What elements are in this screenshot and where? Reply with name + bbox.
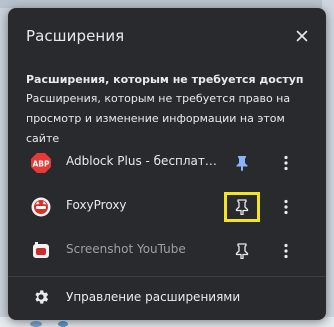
manage-extensions-label: Управление расширениями xyxy=(66,290,241,304)
extension-row-foxyproxy[interactable]: FoxyProxy xyxy=(8,185,326,229)
more-options-button[interactable] xyxy=(272,237,300,265)
background-blob xyxy=(30,321,42,327)
close-icon xyxy=(296,30,308,42)
pin-icon xyxy=(235,199,249,215)
more-vert-icon xyxy=(284,199,288,215)
screenshot-youtube-icon xyxy=(33,242,49,258)
foxyproxy-icon xyxy=(31,197,51,217)
extension-name: Adblock Plus - бесплатный блокировщик ре… xyxy=(66,154,222,168)
section-heading: Расширения, которым не требуется доступ xyxy=(26,73,304,86)
svg-text:ABP: ABP xyxy=(32,160,50,169)
pin-button[interactable] xyxy=(226,147,258,179)
pin-button-highlighted[interactable] xyxy=(224,192,260,222)
more-vert-icon xyxy=(284,155,288,171)
background-blob xyxy=(58,321,68,327)
pinned-icon xyxy=(236,156,248,171)
pin-icon xyxy=(235,243,249,259)
extension-row-screenshot-youtube[interactable]: Screenshot YouTube xyxy=(8,229,326,273)
more-options-button[interactable] xyxy=(272,149,300,177)
more-vert-icon xyxy=(284,243,288,259)
section-description: Расширения, которым не требуется право н… xyxy=(26,92,291,145)
extension-name: FoxyProxy xyxy=(66,198,127,212)
extensions-menu-header: Расширения xyxy=(8,8,326,64)
more-options-button[interactable] xyxy=(272,193,300,221)
divider xyxy=(8,276,326,277)
adblock-plus-icon: ABP xyxy=(31,153,51,173)
close-button[interactable] xyxy=(290,24,314,48)
pin-button[interactable] xyxy=(226,235,258,267)
panel-title: Расширения xyxy=(26,27,125,45)
extension-name: Screenshot YouTube xyxy=(66,242,186,256)
background-toolbar xyxy=(0,0,334,8)
extensions-menu: Расширения Расширения, которым не требуе… xyxy=(8,8,326,320)
extension-row-adblock-plus[interactable]: ABP Adblock Plus - бесплатный блокировщи… xyxy=(8,141,326,185)
manage-extensions-button[interactable]: Управление расширениями xyxy=(8,278,326,318)
gear-icon xyxy=(35,290,49,304)
